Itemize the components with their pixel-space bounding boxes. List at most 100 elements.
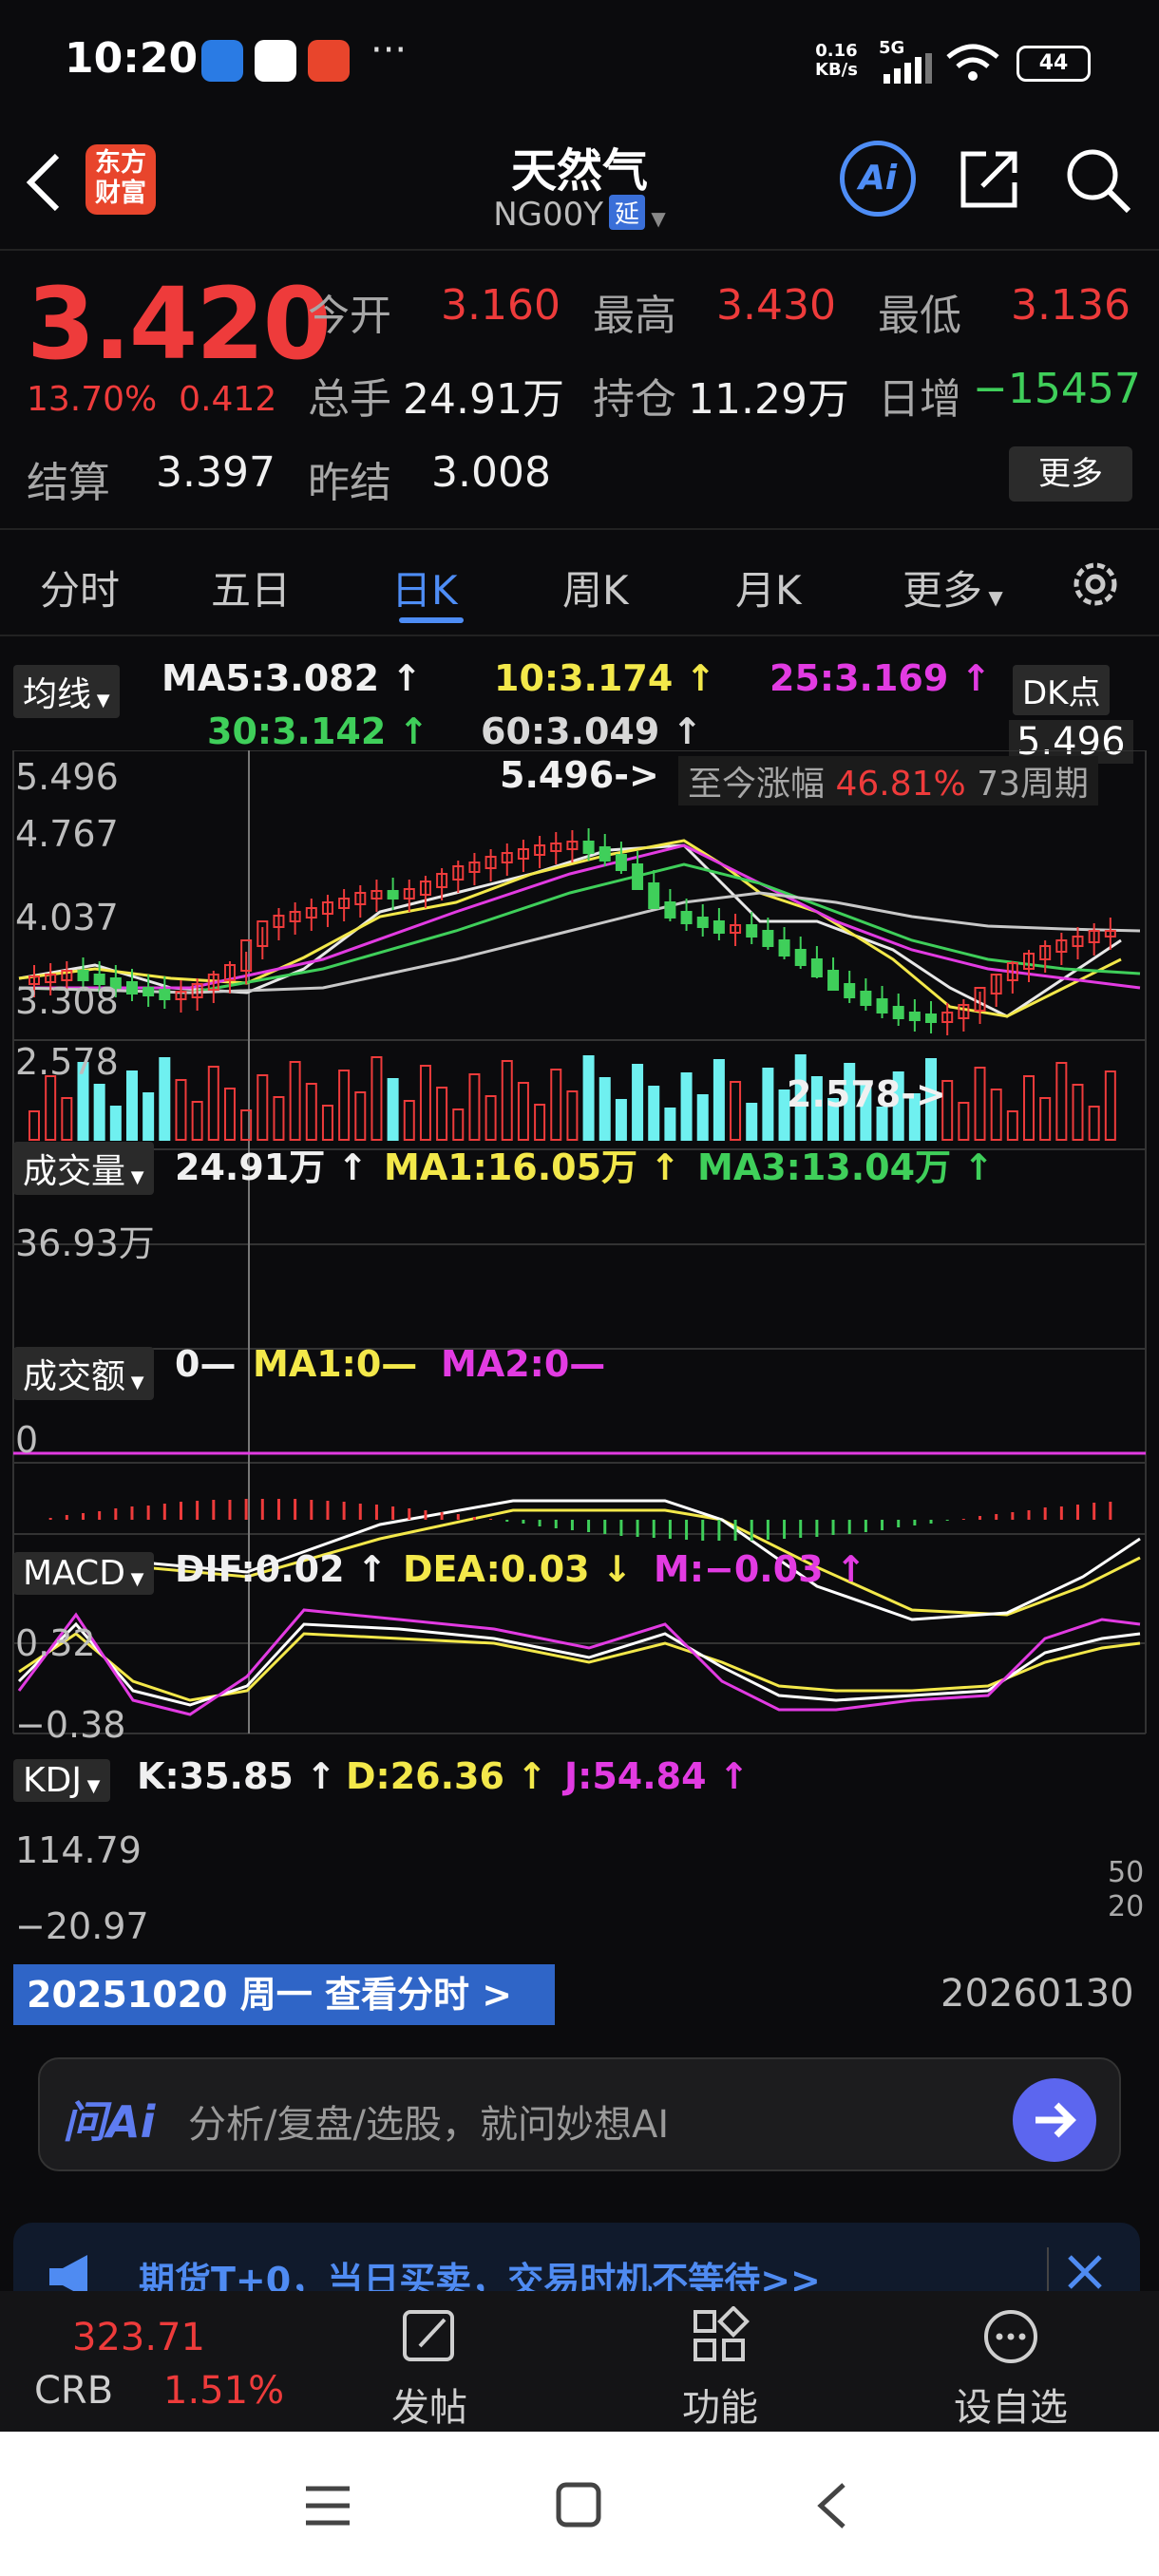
price-change: 13.70% 0.412	[27, 380, 277, 419]
candle-body	[746, 924, 758, 938]
volume-bar	[452, 1108, 465, 1141]
kline-chart-area[interactable]: 均线 ▼ MA5:3.082 ↑ 10:3.174 ↑ 25:3.169 ↑ 3…	[0, 655, 1159, 2023]
candle-body	[125, 981, 138, 994]
candle-body	[778, 939, 790, 957]
candle-body	[810, 958, 823, 977]
ask-ai-logo: 问Ai	[63, 2096, 156, 2148]
ma-pill[interactable]: 均线 ▼	[13, 665, 120, 718]
macd-pill[interactable]: MACD ▼	[13, 1552, 154, 1595]
volume-bar	[45, 1075, 57, 1141]
volume-pill[interactable]: 成交量 ▼	[13, 1142, 154, 1195]
amount-pill[interactable]: 成交额 ▼	[13, 1347, 154, 1400]
volume-bar	[598, 1077, 611, 1141]
back-nav-icon[interactable]	[813, 2481, 851, 2530]
ma10-label: 10:3.174 ↑	[494, 657, 716, 699]
volume-bar	[664, 1108, 676, 1141]
active-tab-indicator	[399, 617, 464, 623]
tab-five-day[interactable]: 五日	[211, 559, 291, 616]
volume-bar	[990, 1089, 1002, 1141]
oi-value: 11.29万	[688, 375, 849, 424]
send-button[interactable]	[1013, 2078, 1096, 2162]
prev-settle-value: 3.008	[431, 448, 551, 497]
quote-more-button[interactable]: 更多	[1009, 446, 1132, 502]
nav-functions[interactable]: 功能	[654, 2305, 787, 2432]
oi-label: 持仓	[593, 375, 676, 424]
y-label-5: 2.578	[15, 1041, 119, 1083]
tab-daily-k[interactable]: 日K	[391, 559, 458, 616]
volume-bar	[1055, 1062, 1068, 1141]
candle-body	[77, 970, 89, 981]
volume-ma1: MA1:16.05万 ↑	[384, 1146, 681, 1188]
gain-box[interactable]: 至今涨幅 46.81% 73周期	[678, 756, 1099, 805]
candle-body	[680, 911, 693, 924]
macd-y-bottom: −0.38	[15, 1704, 126, 1746]
macd-dea: DEA:0.03 ↓	[403, 1548, 633, 1590]
volume-bar	[419, 1065, 431, 1141]
kdj-pill[interactable]: KDJ ▼	[13, 1759, 110, 1802]
home-icon[interactable]	[555, 2481, 602, 2529]
volume-bar	[191, 1101, 203, 1141]
volume-bar	[289, 1061, 301, 1141]
status-time: 10:20	[65, 34, 199, 83]
candle-body	[876, 998, 888, 1013]
open-label: 今开	[308, 292, 391, 340]
candle-body	[860, 991, 872, 1006]
candle-body	[142, 987, 155, 996]
volume-bar	[696, 1094, 709, 1141]
nav-watchlist[interactable]: 设自选	[944, 2306, 1077, 2432]
app-icon	[255, 40, 296, 82]
volume-bar	[501, 1060, 513, 1141]
ma5-label: MA5:3.082 ↑	[162, 657, 423, 699]
settings-icon[interactable]	[1066, 555, 1125, 614]
tab-timeshare[interactable]: 分时	[40, 559, 120, 616]
share-icon[interactable]	[958, 148, 1020, 211]
volume-bar	[436, 1087, 448, 1141]
candle-body	[598, 846, 611, 862]
signal-icon	[884, 53, 932, 84]
ma25-label: 25:3.169 ↑	[770, 657, 992, 699]
tab-monthly-k[interactable]: 月K	[735, 559, 802, 616]
candle-body	[908, 1012, 921, 1021]
high-marker: 5.496->	[500, 754, 659, 796]
dk-point-button[interactable]: DK点	[1013, 665, 1111, 715]
ask-ai-placeholder: 分析/复盘/选股，就问妙想AI	[188, 2103, 670, 2147]
edit-icon	[403, 2310, 454, 2361]
volume-bar	[762, 1068, 774, 1141]
candle-body	[712, 920, 725, 934]
candle-body	[925, 1013, 938, 1023]
volume-bar	[338, 1070, 351, 1141]
kdj-y-bottom: −20.97	[15, 1905, 149, 1947]
macd-y-top: 0.32	[15, 1622, 96, 1664]
tab-more[interactable]: 更多 ▼	[902, 559, 1003, 616]
last-price: 3.420	[27, 266, 332, 382]
volume-bar	[387, 1078, 399, 1141]
crb-pct[interactable]: 1.51%	[163, 2369, 284, 2413]
volume-bar	[1088, 1106, 1100, 1141]
candle-body	[664, 901, 676, 919]
battery-indicator: 44	[1016, 46, 1091, 82]
tab-weekly-k[interactable]: 周K	[562, 559, 629, 616]
candle-body	[762, 930, 774, 947]
search-icon[interactable]	[1062, 144, 1132, 215]
menu-icon[interactable]	[304, 2485, 352, 2527]
nav-post[interactable]: 发帖	[363, 2306, 496, 2432]
view-timeshare-link[interactable]: 20251020 周一 查看分时 >	[13, 1964, 555, 2025]
high-value: 3.430	[716, 281, 836, 330]
candle-body	[159, 989, 171, 1000]
volume-bar	[648, 1086, 660, 1141]
volume-bar	[1039, 1097, 1052, 1141]
kdj-y-top: 114.79	[15, 1829, 142, 1871]
close-icon[interactable]	[1064, 2251, 1106, 2293]
end-date-label: 20260130	[940, 1972, 1134, 2016]
volume-bar	[61, 1097, 73, 1141]
daily-inc-label: 日增	[878, 375, 961, 424]
volume-bar	[1072, 1084, 1084, 1141]
volume-bar	[159, 1057, 171, 1141]
crb-value[interactable]: 323.71	[72, 2316, 205, 2359]
prev-settle-label: 昨结	[308, 459, 391, 507]
volume-bar	[256, 1074, 269, 1141]
crb-label[interactable]: CRB	[34, 2369, 113, 2413]
ai-button[interactable]: Ai	[840, 141, 916, 217]
ask-ai-input[interactable]: 问Ai 分析/复盘/选股，就问妙想AI	[38, 2057, 1121, 2171]
low-label: 最低	[878, 292, 961, 340]
